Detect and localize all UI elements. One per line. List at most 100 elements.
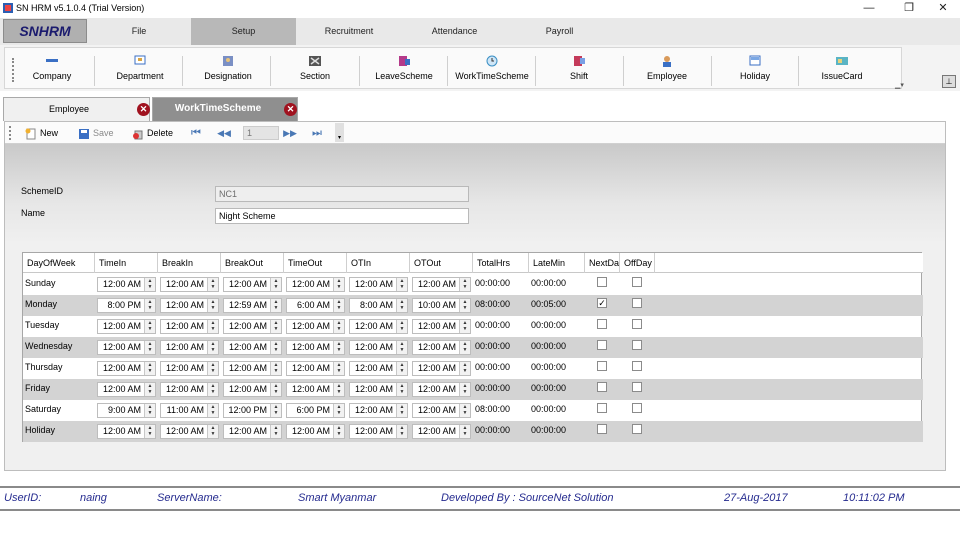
spin-down-icon[interactable]: ▼ [271,347,281,353]
table-row[interactable]: Tuesday 12:00 AM ▲ ▼ 12:00 AM ▲ ▼ 12:00 AM ▲ ▼ 12:… [23,316,923,337]
spin-down-icon[interactable]: ▼ [271,410,281,416]
break-in-picker[interactable]: 12:00 AM ▲ ▼ [160,382,219,397]
next-record-icon[interactable]: ▶▶ [281,126,299,140]
column-header[interactable]: BreakOut [221,253,284,273]
spin-down-icon[interactable]: ▼ [397,410,407,416]
off-day-checkbox[interactable] [632,319,642,329]
ot-in-picker[interactable]: 12:00 AM ▲ ▼ [349,361,408,376]
ribbon-leave-scheme[interactable]: LeaveScheme [371,55,437,89]
ot-out-picker[interactable]: 12:00 AM ▲ ▼ [412,340,471,355]
break-out-picker[interactable]: 12:00 AM ▲ ▼ [223,340,282,355]
spin-buttons[interactable]: ▲ ▼ [333,383,344,396]
spin-buttons[interactable]: ▲ ▼ [270,362,281,375]
spin-down-icon[interactable]: ▼ [208,347,218,353]
spin-down-icon[interactable]: ▼ [397,284,407,290]
spin-buttons[interactable]: ▲ ▼ [333,278,344,291]
tab-work-time-scheme-close-icon[interactable]: ✕ [284,103,297,116]
ot-out-picker[interactable]: 12:00 AM ▲ ▼ [412,277,471,292]
spin-down-icon[interactable]: ▼ [397,389,407,395]
time-in-picker[interactable]: 12:00 AM ▲ ▼ [97,277,156,292]
spin-down-icon[interactable]: ▼ [397,368,407,374]
first-record-icon[interactable]: ⏮ [189,126,203,140]
spin-buttons[interactable]: ▲ ▼ [459,299,470,312]
ot-out-picker[interactable]: 12:00 AM ▲ ▼ [412,361,471,376]
spin-buttons[interactable]: ▲ ▼ [333,341,344,354]
ot-out-picker[interactable]: 12:00 AM ▲ ▼ [412,403,471,418]
spin-buttons[interactable]: ▲ ▼ [459,362,470,375]
spin-down-icon[interactable]: ▼ [208,326,218,332]
spin-down-icon[interactable]: ▼ [145,326,155,332]
menu-setup[interactable]: Setup [191,18,296,45]
next-day-checkbox[interactable] [597,277,607,287]
ot-in-picker[interactable]: 12:00 AM ▲ ▼ [349,403,408,418]
break-out-picker[interactable]: 12:59 AM ▲ ▼ [223,298,282,313]
time-in-picker[interactable]: 12:00 AM ▲ ▼ [97,319,156,334]
next-day-checkbox[interactable] [597,424,607,434]
spin-down-icon[interactable]: ▼ [145,389,155,395]
spin-down-icon[interactable]: ▼ [334,389,344,395]
spin-down-icon[interactable]: ▼ [397,431,407,437]
menu-attendance[interactable]: Attendance [402,18,507,45]
time-out-picker[interactable]: 6:00 PM ▲ ▼ [286,403,345,418]
spin-buttons[interactable]: ▲ ▼ [396,278,407,291]
spin-down-icon[interactable]: ▼ [145,305,155,311]
spin-down-icon[interactable]: ▼ [460,368,470,374]
toolbar-grip[interactable] [9,126,11,140]
next-day-checkbox[interactable] [597,319,607,329]
tab-employee-close-icon[interactable]: ✕ [137,103,150,116]
spin-buttons[interactable]: ▲ ▼ [333,320,344,333]
menu-payroll[interactable]: Payroll [507,18,612,45]
spin-down-icon[interactable]: ▼ [145,284,155,290]
time-out-picker[interactable]: 6:00 AM ▲ ▼ [286,298,345,313]
ot-in-picker[interactable]: 12:00 AM ▲ ▼ [349,340,408,355]
new-button[interactable]: New [25,126,58,140]
spin-buttons[interactable]: ▲ ▼ [144,404,155,417]
table-row[interactable]: Friday 12:00 AM ▲ ▼ 12:00 AM ▲ ▼ 12:00 AM ▲ ▼ 12:0… [23,379,923,400]
spin-down-icon[interactable]: ▼ [334,326,344,332]
spin-down-icon[interactable]: ▼ [334,305,344,311]
minimize-button[interactable]: — [856,0,882,16]
time-out-picker[interactable]: 12:00 AM ▲ ▼ [286,382,345,397]
spin-buttons[interactable]: ▲ ▼ [333,404,344,417]
column-header[interactable]: TotalHrs [473,253,529,273]
menu-file[interactable]: File [87,18,191,45]
column-header[interactable]: TimeOut [284,253,347,273]
spin-buttons[interactable]: ▲ ▼ [396,404,407,417]
spin-down-icon[interactable]: ▼ [460,284,470,290]
spin-buttons[interactable]: ▲ ▼ [270,320,281,333]
table-row[interactable]: Sunday 12:00 AM ▲ ▼ 12:00 AM ▲ ▼ 12:00 AM ▲ ▼ 12:0… [23,274,923,295]
time-out-picker[interactable]: 12:00 AM ▲ ▼ [286,277,345,292]
break-out-picker[interactable]: 12:00 AM ▲ ▼ [223,382,282,397]
break-in-picker[interactable]: 12:00 AM ▲ ▼ [160,319,219,334]
time-in-picker[interactable]: 12:00 AM ▲ ▼ [97,340,156,355]
column-header[interactable]: OTIn [347,253,410,273]
table-row[interactable]: Monday 8:00 PM ▲ ▼ 12:00 AM ▲ ▼ 12:59 AM ▲ ▼ 6:00 … [23,295,923,316]
ribbon-grip[interactable] [12,58,14,82]
spin-down-icon[interactable]: ▼ [334,410,344,416]
ot-in-picker[interactable]: 12:00 AM ▲ ▼ [349,319,408,334]
spin-buttons[interactable]: ▲ ▼ [459,383,470,396]
spin-down-icon[interactable]: ▼ [334,431,344,437]
ot-out-picker[interactable]: 12:00 AM ▲ ▼ [412,382,471,397]
off-day-checkbox[interactable] [632,298,642,308]
off-day-checkbox[interactable] [632,277,642,287]
off-day-checkbox[interactable] [632,361,642,371]
break-out-picker[interactable]: 12:00 AM ▲ ▼ [223,319,282,334]
break-in-picker[interactable]: 12:00 AM ▲ ▼ [160,424,219,439]
next-day-checkbox[interactable] [597,403,607,413]
ot-in-picker[interactable]: 8:00 AM ▲ ▼ [349,298,408,313]
spin-down-icon[interactable]: ▼ [334,368,344,374]
spin-down-icon[interactable]: ▼ [460,410,470,416]
break-in-picker[interactable]: 12:00 AM ▲ ▼ [160,340,219,355]
spin-down-icon[interactable]: ▼ [271,389,281,395]
record-position[interactable]: 1 [243,126,279,140]
spin-down-icon[interactable]: ▼ [460,326,470,332]
last-record-icon[interactable]: ⏭ [310,126,324,140]
off-day-checkbox[interactable] [632,424,642,434]
next-day-checkbox[interactable] [597,340,607,350]
spin-down-icon[interactable]: ▼ [145,431,155,437]
spin-down-icon[interactable]: ▼ [208,284,218,290]
spin-buttons[interactable]: ▲ ▼ [207,404,218,417]
spin-buttons[interactable]: ▲ ▼ [270,278,281,291]
spin-buttons[interactable]: ▲ ▼ [207,383,218,396]
